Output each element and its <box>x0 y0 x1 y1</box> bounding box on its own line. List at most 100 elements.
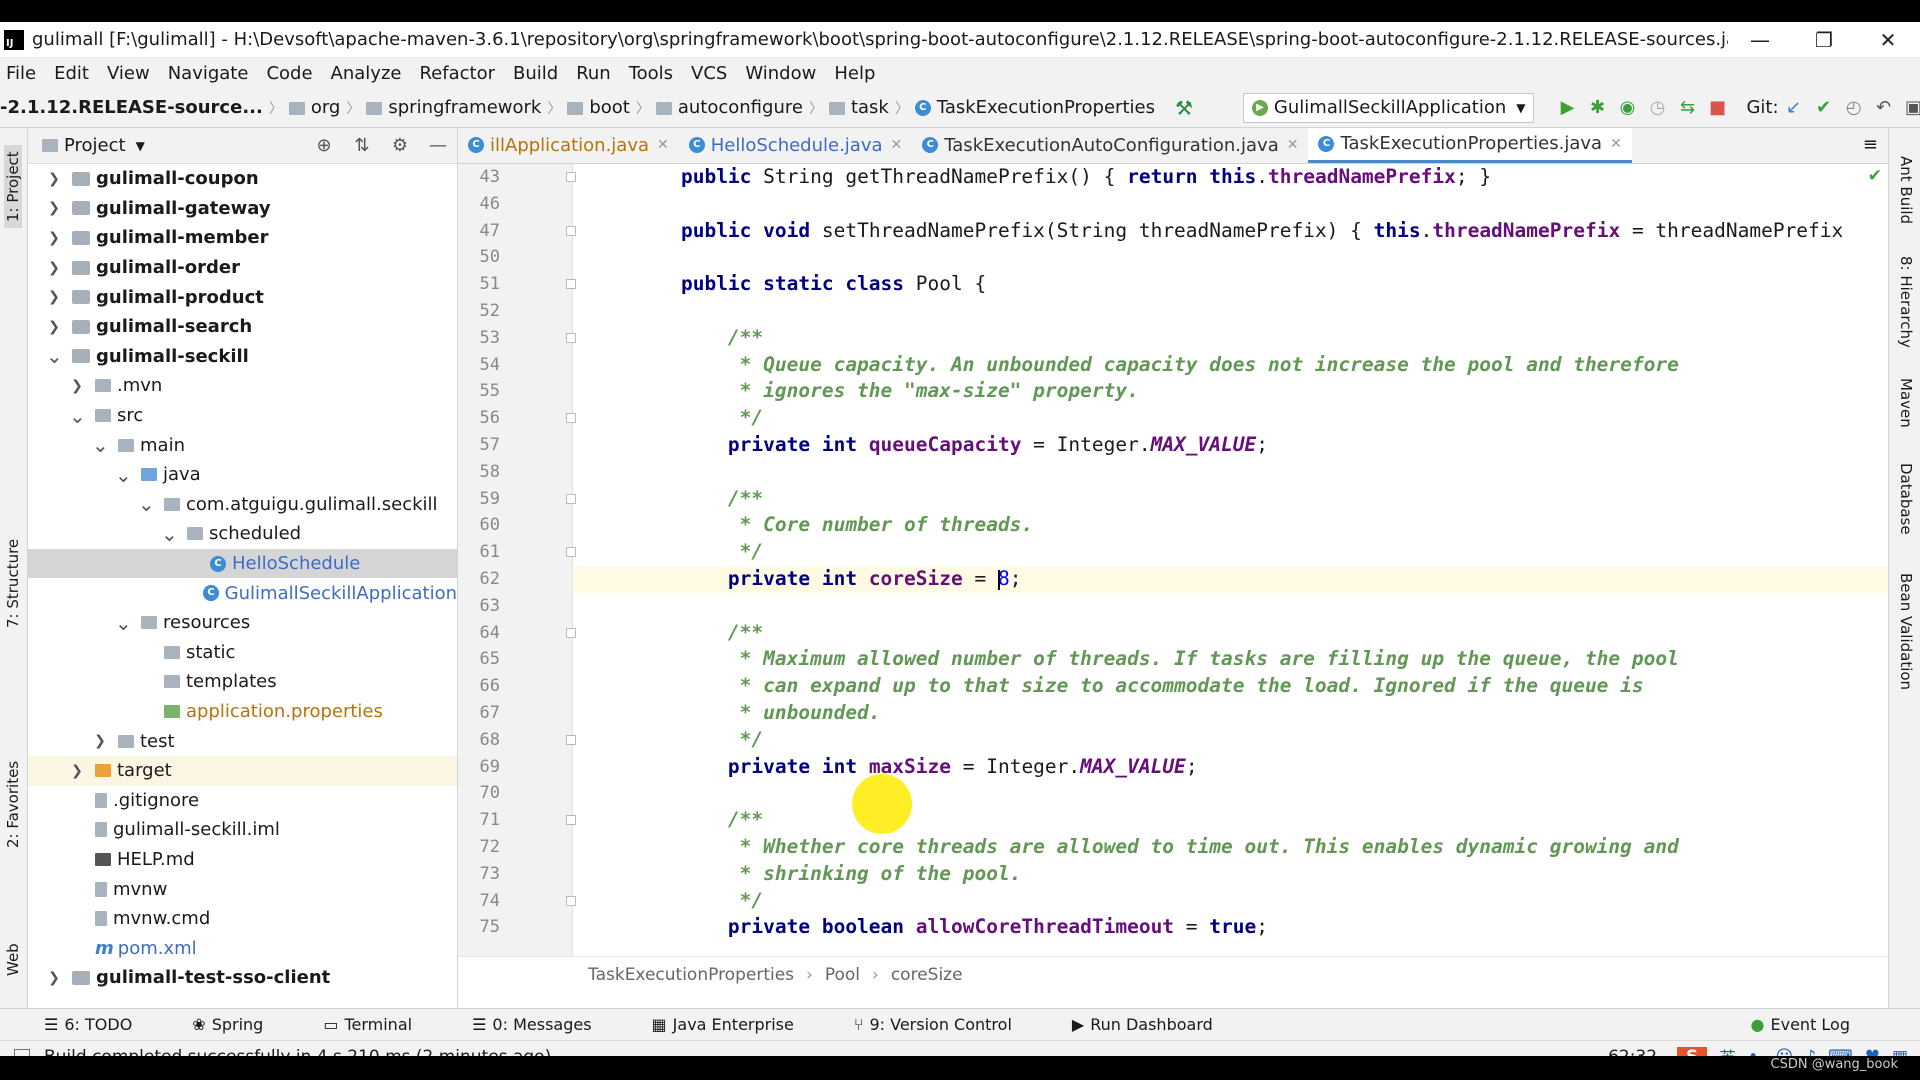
tree-node[interactable]: ⌄ java <box>28 460 457 490</box>
fold-marker-icon[interactable] <box>566 627 576 638</box>
git-update-icon[interactable]: ↙ <box>1779 97 1809 118</box>
tabs-overflow-icon[interactable]: ≡ <box>1853 134 1888 163</box>
chevron-down-icon[interactable]: ⌄ <box>115 465 132 485</box>
line-number[interactable]: 50 <box>458 244 500 271</box>
project-panel-title[interactable]: Project <box>64 135 126 156</box>
breadcrumb-item[interactable]: C TaskExecutionProperties <box>914 97 1155 118</box>
chevron-down-icon[interactable]: ⌄ <box>161 524 178 544</box>
tree-node[interactable]: ⌄ resources <box>28 608 457 638</box>
tree-node[interactable]: .gitignore <box>28 786 457 816</box>
editor-tab[interactable]: C TaskExecutionProperties.java ✕ <box>1308 128 1632 163</box>
tree-node[interactable]: application.properties <box>28 697 457 727</box>
history-icon[interactable]: ◴ <box>1839 97 1869 118</box>
coverage-icon[interactable]: ◉ <box>1612 97 1642 118</box>
line-number[interactable]: 72 <box>458 834 500 861</box>
line-number[interactable]: 57 <box>458 432 500 459</box>
profile-icon[interactable]: ◷ <box>1642 97 1672 118</box>
chevron-right-icon[interactable]: ❯ <box>46 970 62 986</box>
gear-icon[interactable]: ⚙ <box>381 135 419 156</box>
chevron-right-icon[interactable]: ❯ <box>46 260 62 276</box>
tree-node[interactable]: C GulimallSeckillApplication <box>28 578 457 608</box>
minimize-button[interactable]: — <box>1728 28 1792 52</box>
chevron-down-icon[interactable]: ▼ <box>136 139 145 153</box>
menu-edit[interactable]: Edit <box>54 63 89 84</box>
line-number[interactable]: 62 <box>458 566 500 593</box>
breadcrumb-item[interactable]: task <box>828 97 889 118</box>
line-number[interactable]: 61 <box>458 539 500 566</box>
line-number[interactable]: 66 <box>458 673 500 700</box>
tree-node[interactable]: ❯ gulimall-gateway <box>28 194 457 224</box>
menu-build[interactable]: Build <box>513 63 558 84</box>
tree-node[interactable]: ❯ gulimall-coupon <box>28 164 457 194</box>
chevron-down-icon[interactable]: ⌄ <box>115 613 132 633</box>
tree-node[interactable]: m pom.xml <box>28 934 457 964</box>
line-number[interactable]: 64 <box>458 620 500 647</box>
tool-hierarchy-tab[interactable]: 8: Hierarchy <box>1897 256 1915 348</box>
line-number[interactable]: 58 <box>458 459 500 486</box>
chevron-right-icon[interactable]: ❯ <box>69 763 85 779</box>
run-icon[interactable]: ▶ <box>1552 97 1582 118</box>
chevron-right-icon[interactable]: ❯ <box>46 230 62 246</box>
editor-breadcrumb-item[interactable]: TaskExecutionProperties <box>588 965 794 985</box>
tree-node[interactable]: ❯ test <box>28 726 457 756</box>
breadcrumb-item[interactable]: boot <box>567 97 630 118</box>
menu-help[interactable]: Help <box>834 63 875 84</box>
tool-window-button[interactable]: ▭ Terminal <box>323 1015 442 1034</box>
line-number[interactable]: 70 <box>458 780 500 807</box>
menu-tools[interactable]: Tools <box>629 63 673 84</box>
line-number[interactable]: 75 <box>458 914 500 941</box>
menu-refactor[interactable]: Refactor <box>419 63 495 84</box>
tree-node[interactable]: ⌄ src <box>28 401 457 431</box>
line-number[interactable]: 60 <box>458 512 500 539</box>
tool-bean-validation-tab[interactable]: Bean Validation <box>1897 573 1915 690</box>
restore-button[interactable]: ❐ <box>1792 28 1856 52</box>
tree-node[interactable]: ⌄ com.atguigu.gulimall.seckill <box>28 490 457 520</box>
breadcrumb-item[interactable]: org <box>288 97 340 118</box>
tool-database-tab[interactable]: Database <box>1897 463 1915 535</box>
fold-marker-icon[interactable] <box>566 413 576 424</box>
project-structure-icon[interactable]: ▣ <box>1899 97 1920 118</box>
ime-keyboard-icon[interactable]: ⌨ <box>1828 1047 1853 1057</box>
tree-node[interactable]: ❯ gulimall-test-sso-client <box>28 963 457 993</box>
chevron-right-icon[interactable]: ❯ <box>46 319 62 335</box>
git-commit-icon[interactable]: ✔ <box>1809 97 1839 118</box>
tree-node[interactable]: ⌄ scheduled <box>28 519 457 549</box>
tree-node[interactable]: ❯ gulimall-order <box>28 253 457 283</box>
tool-window-button[interactable]: ☰ 0: Messages <box>472 1015 621 1034</box>
line-number[interactable]: 63 <box>458 593 500 620</box>
menu-analyze[interactable]: Analyze <box>331 63 402 84</box>
line-number[interactable]: 43 <box>458 164 500 191</box>
menu-run[interactable]: Run <box>576 63 611 84</box>
editor-tab[interactable]: CillApplication.java ✕ <box>458 128 679 163</box>
line-number[interactable]: 74 <box>458 888 500 915</box>
fold-marker-icon[interactable] <box>566 815 576 826</box>
run-configuration-select[interactable]: ▶ GulimallSeckillApplication ▼ <box>1242 92 1535 123</box>
tree-node[interactable]: ❯ .mvn <box>28 371 457 401</box>
line-number[interactable]: 51 <box>458 271 500 298</box>
menu-navigate[interactable]: Navigate <box>168 63 249 84</box>
tree-node[interactable]: static <box>28 638 457 668</box>
editor-breadcrumb-item[interactable]: coreSize <box>891 965 963 985</box>
line-number[interactable]: 69 <box>458 754 500 781</box>
tree-node[interactable]: ⌄ main <box>28 430 457 460</box>
rollback-icon[interactable]: ↶ <box>1869 97 1899 118</box>
fold-marker-icon[interactable] <box>566 895 576 906</box>
tool-window-button[interactable]: ▶ Run Dashboard <box>1072 1015 1243 1034</box>
tree-node[interactable]: gulimall-seckill.iml <box>28 815 457 845</box>
tool-structure-tab[interactable]: 7: Structure <box>4 539 22 628</box>
caret-position[interactable]: 62:32 <box>1608 1047 1657 1057</box>
tree-node[interactable]: mvnw.cmd <box>28 904 457 934</box>
tool-window-button[interactable]: ▦ Java Enterprise <box>652 1015 824 1034</box>
close-icon[interactable]: ✕ <box>891 137 903 153</box>
tree-node[interactable]: ❯ target <box>28 756 457 786</box>
tool-maven-tab[interactable]: Maven <box>1897 378 1915 428</box>
line-number[interactable]: 56 <box>458 405 500 432</box>
fold-marker-icon[interactable] <box>566 279 576 290</box>
debug-icon[interactable]: ✱ <box>1582 97 1612 118</box>
breadcrumb-item[interactable]: autoconfigure <box>655 97 803 118</box>
ime-skin-icon[interactable]: ♥ <box>1865 1047 1880 1057</box>
line-number[interactable]: 55 <box>458 378 500 405</box>
tree-node[interactable]: ⌄ gulimall-seckill <box>28 342 457 372</box>
tree-node[interactable]: templates <box>28 667 457 697</box>
menu-view[interactable]: View <box>107 63 150 84</box>
